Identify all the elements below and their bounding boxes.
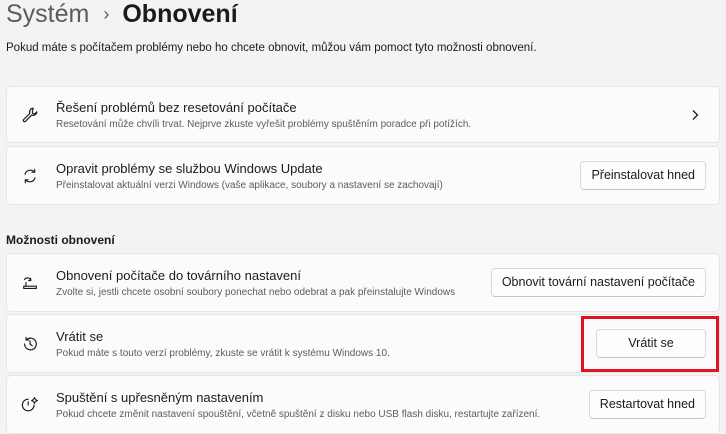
reset-pc-button[interactable]: Obnovit tovární nastavení počítače <box>490 267 706 297</box>
troubleshoot-card[interactable]: Řešení problémů bez resetování počítače … <box>6 86 720 143</box>
windows-update-title: Opravit problémy se službou Windows Upda… <box>56 161 323 176</box>
breadcrumb-system-link[interactable]: Systém <box>6 0 89 32</box>
chevron-right-icon <box>692 109 699 120</box>
intro-text: Pokud máte s počítačem problémy nebo ho … <box>6 42 537 54</box>
go-back-card: Vrátit se Pokud máte s touto verzí probl… <box>6 314 720 373</box>
recovery-settings-page: Systém › Obnovení Pokud máte s počítačem… <box>0 0 726 434</box>
advanced-startup-desc: Pokud chcete změnit nastavení spouštění,… <box>56 409 541 420</box>
troubleshoot-desc: Resetování může chvíli trvat. Nejprve zk… <box>56 119 472 130</box>
reset-pc-title: Obnovení počítače do továrního nastavení <box>56 268 302 283</box>
reset-pc-desc: Zvolte si, jestli chcete osobní soubory … <box>56 287 456 298</box>
windows-update-desc: Přeinstalovat aktuální verzi Windows (va… <box>56 180 443 191</box>
advanced-startup-icon <box>20 395 40 415</box>
reset-pc-card: Obnovení počítače do továrního nastavení… <box>6 253 720 312</box>
reset-pc-icon <box>20 273 40 293</box>
breadcrumb-separator-icon: › <box>103 4 110 24</box>
go-back-desc: Pokud máte s touto verzí problémy, zkust… <box>56 348 390 359</box>
go-back-button[interactable]: Vrátit se <box>596 328 706 358</box>
recovery-options-heading: Možnosti obnovení <box>6 233 115 247</box>
wrench-icon <box>20 105 40 125</box>
advanced-startup-card: Spuštění s upřesněným nastavením Pokud c… <box>6 375 720 434</box>
windows-update-card: Opravit problémy se službou Windows Upda… <box>6 146 720 205</box>
troubleshoot-title: Řešení problémů bez resetování počítače <box>56 100 297 115</box>
advanced-startup-title: Spuštění s upřesněným nastavením <box>56 390 264 405</box>
reinstall-now-button[interactable]: Přeinstalovat hned <box>580 160 706 190</box>
restart-now-button[interactable]: Restartovat hned <box>588 389 706 419</box>
history-icon <box>20 334 40 354</box>
breadcrumb: Systém › Obnovení <box>6 0 238 32</box>
sync-icon <box>20 166 40 186</box>
go-back-title: Vrátit se <box>56 329 104 344</box>
page-title: Obnovení <box>122 0 238 28</box>
